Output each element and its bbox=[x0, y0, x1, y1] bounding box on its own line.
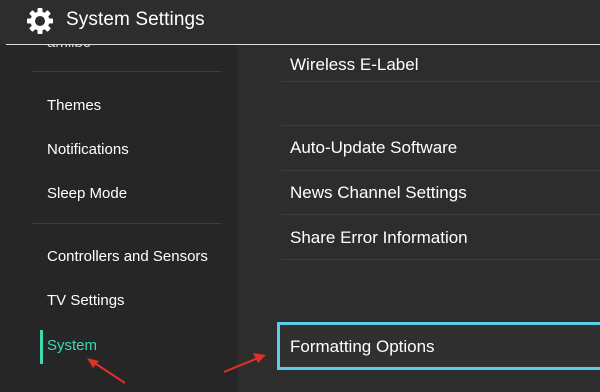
row-divider bbox=[281, 259, 600, 260]
settings-list: Wireless E-Label Auto-Update Software Ne… bbox=[237, 45, 600, 392]
row-divider bbox=[281, 214, 600, 215]
sidebar: amiibo Themes Notifications Sleep Mode C… bbox=[0, 45, 237, 392]
sidebar-item-tv-settings[interactable]: TV Settings bbox=[47, 292, 125, 309]
row-divider bbox=[281, 125, 600, 126]
sidebar-item-themes[interactable]: Themes bbox=[47, 97, 101, 114]
annotation-arrow-right bbox=[223, 353, 266, 373]
annotation-arrow-left bbox=[87, 358, 126, 384]
row-divider bbox=[281, 170, 600, 171]
sidebar-item-notifications[interactable]: Notifications bbox=[47, 141, 129, 158]
sidebar-divider bbox=[32, 223, 221, 224]
gear-icon bbox=[27, 8, 53, 34]
row-wireless-e-label[interactable]: Wireless E-Label bbox=[290, 55, 419, 75]
row-divider bbox=[281, 81, 600, 82]
sidebar-item-controllers-and-sensors[interactable]: Controllers and Sensors bbox=[47, 248, 208, 265]
row-formatting-options[interactable]: Formatting Options bbox=[277, 322, 600, 370]
selection-indicator bbox=[40, 330, 43, 364]
sidebar-divider bbox=[32, 71, 221, 72]
header-bar: System Settings bbox=[0, 0, 600, 42]
row-auto-update-software[interactable]: Auto-Update Software bbox=[290, 138, 457, 158]
sidebar-item-amiibo[interactable]: amiibo bbox=[47, 45, 91, 51]
page-title: System Settings bbox=[66, 9, 205, 30]
header-divider bbox=[6, 44, 600, 45]
row-share-error-information[interactable]: Share Error Information bbox=[290, 228, 468, 248]
sidebar-item-sleep-mode[interactable]: Sleep Mode bbox=[47, 185, 127, 202]
row-news-channel-settings[interactable]: News Channel Settings bbox=[290, 183, 467, 203]
row-formatting-options-label: Formatting Options bbox=[290, 337, 435, 356]
